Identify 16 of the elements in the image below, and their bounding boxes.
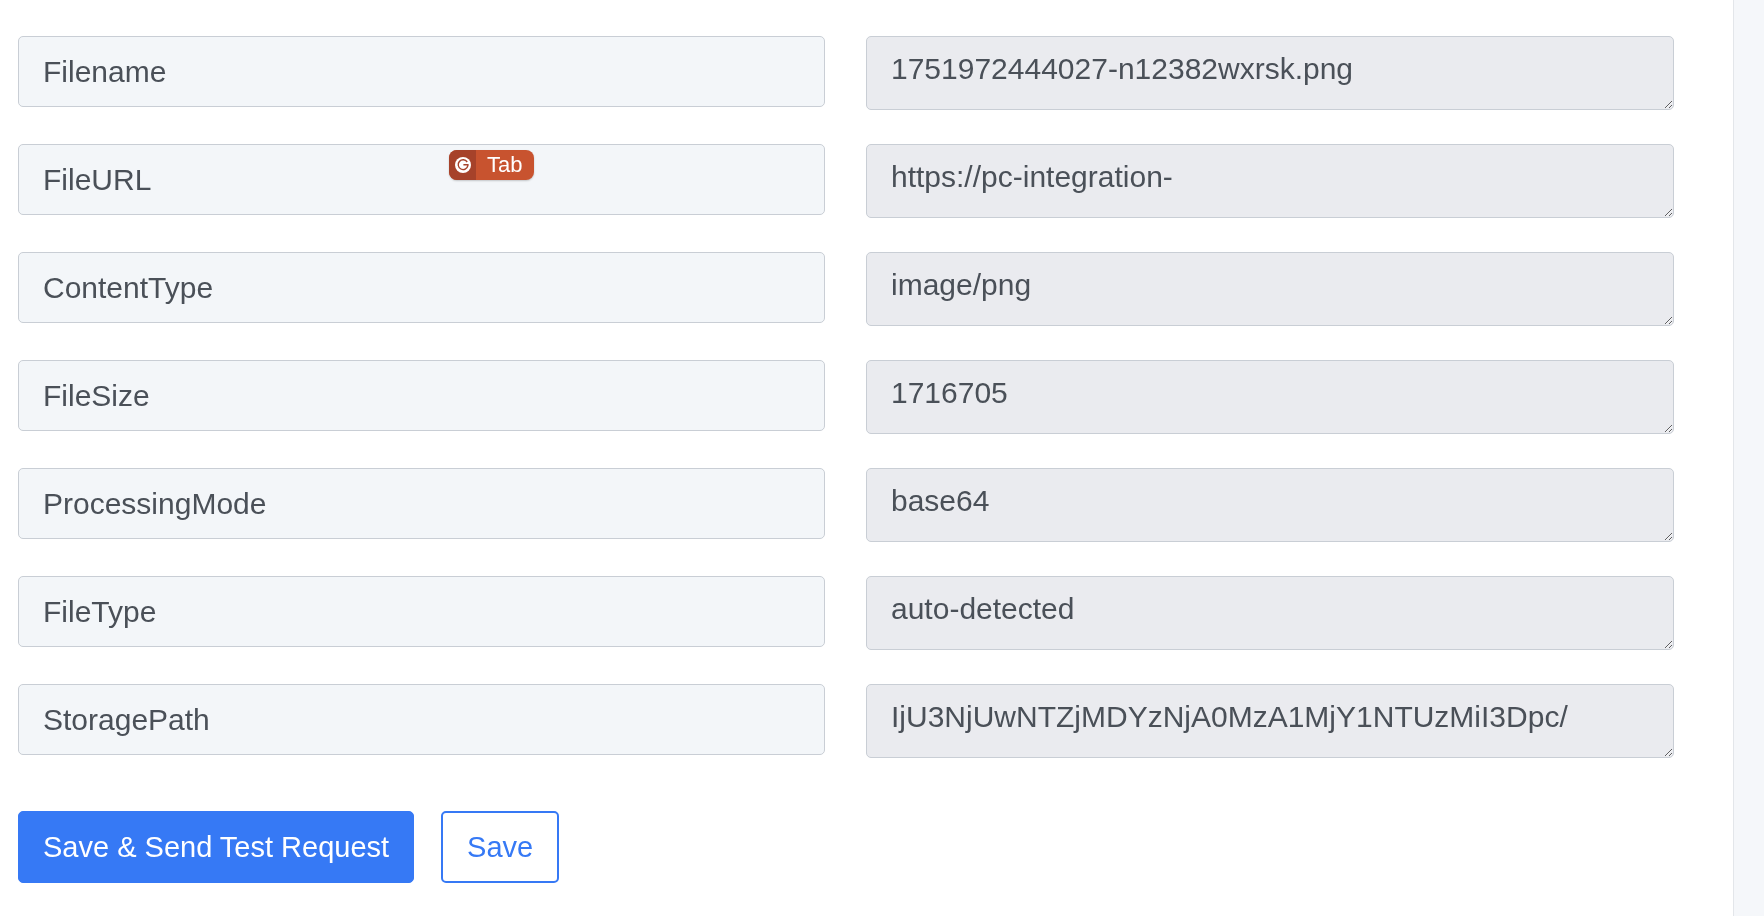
- key-input-field[interactable]: FileType: [18, 576, 825, 647]
- save-button[interactable]: Save: [441, 811, 560, 883]
- value-text-area[interactable]: base64: [866, 468, 1674, 542]
- key-input-field[interactable]: ProcessingMode: [18, 468, 825, 539]
- value-text-area[interactable]: 1716705: [866, 360, 1674, 434]
- value-text-area[interactable]: IjU3NjUwNTZjMDYzNjA0MzA1MjY1NTUzMiI3Dpc/: [866, 684, 1674, 758]
- shortcut-hint-chip[interactable]: Tab: [449, 150, 535, 180]
- value-text-area[interactable]: https://pc-integration-: [866, 144, 1674, 218]
- key-input-field[interactable]: StoragePath: [18, 684, 825, 755]
- key-input-field[interactable]: ContentType: [18, 252, 825, 323]
- value-text-area[interactable]: 1751972444027-n12382wxrsk.png: [866, 36, 1674, 110]
- key-input-field[interactable]: FileSize: [18, 360, 825, 431]
- value-text-area[interactable]: image/png: [866, 252, 1674, 326]
- save-and-send-button[interactable]: Save & Send Test Request: [18, 811, 415, 883]
- key-input-field[interactable]: Filename: [18, 36, 825, 107]
- value-text-area[interactable]: auto-detected: [866, 576, 1674, 650]
